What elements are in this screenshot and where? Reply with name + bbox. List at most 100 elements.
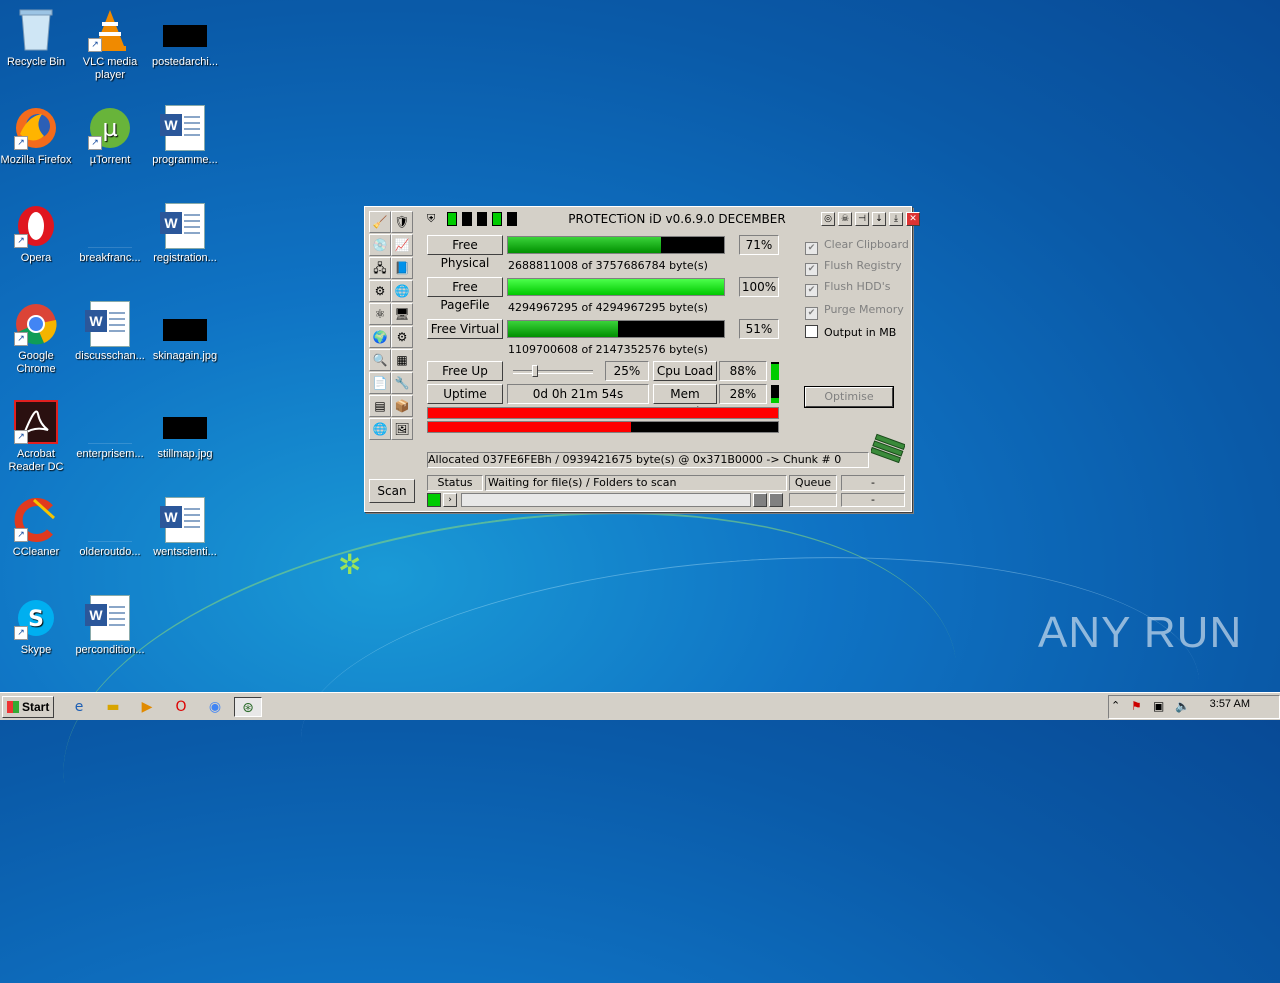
uptime-button[interactable]: Uptime	[427, 384, 503, 404]
free-up-slider[interactable]	[513, 365, 593, 377]
desktop-icon-wentscienti[interactable]: W wentscienti...	[149, 497, 221, 559]
desktop-icon-programme[interactable]: W programme...	[149, 105, 221, 167]
desktop-icon-breakfranc[interactable]: breakfranc...	[74, 204, 146, 265]
checkmark-icon: ✔	[805, 307, 818, 320]
desktop-icon-vlc[interactable]: ↗ VLC media player	[74, 8, 146, 82]
window-tool-icon[interactable]: ▦	[391, 349, 413, 371]
clear-clipboard-checkbox[interactable]: ✔ Clear Clipboard	[805, 238, 909, 255]
cpu-meter-fill	[771, 364, 779, 380]
tools-tool-icon[interactable]: 🔧	[391, 372, 413, 394]
free-virtual-percent: 51%	[739, 319, 779, 339]
protection-id-taskbar-icon[interactable]: ⊛	[234, 697, 262, 717]
pin-icon[interactable]: ⊣	[855, 212, 869, 226]
free-physical-button[interactable]: Free Physical	[427, 235, 503, 270]
desktop-icon-enterprisem[interactable]: enterprisem...	[74, 400, 146, 461]
recycle-bin-icon	[14, 8, 58, 52]
opera-taskbar-icon[interactable]: O	[170, 697, 192, 717]
free-up-button[interactable]: Free Up	[427, 361, 503, 381]
document-tool-icon[interactable]: 📄	[369, 372, 391, 394]
explorer-folder-icon[interactable]: ▬	[102, 697, 124, 717]
desktop-icon-acrobat[interactable]: ↗ Acrobat Reader DC	[0, 400, 72, 474]
network-tool-icon[interactable]: 🖧	[369, 257, 391, 279]
free-virtual-button[interactable]: Free Virtual	[427, 319, 503, 339]
world-tool-icon[interactable]: 🌍	[369, 326, 391, 348]
globe-tool-icon[interactable]: 🌐	[391, 280, 413, 302]
gear-tool-icon[interactable]: ⚙	[391, 326, 413, 348]
scan-indicator-green	[427, 493, 441, 507]
protection-id-window: 🧹 🛡 💿 📈 🖧 📘 ⚙ 🌐 ⚛ 🖥 🌍 ⚙ 🔍 ▦ 📄 🔧 ▤ 📦 🌐 🖼 Scan ⛨ PRO…	[364, 206, 920, 512]
clock[interactable]: 3:57 AM	[1210, 698, 1250, 710]
free-virtual-bar-fill	[508, 321, 619, 337]
cpu-load-button[interactable]: Cpu Load	[653, 361, 717, 381]
flush-hdd-checkbox[interactable]: ✔ Flush HDD's	[805, 280, 891, 297]
word-document-icon: W	[160, 203, 207, 249]
desktop-icon-firefox[interactable]: ↗ Mozilla Firefox	[0, 106, 72, 167]
book-tool-icon[interactable]: 📘	[391, 257, 413, 279]
media-player-icon[interactable]: ▶	[136, 697, 158, 717]
desktop-icon-percondition[interactable]: W percondition...	[74, 595, 146, 657]
skull-icon[interactable]: ☠	[838, 212, 852, 226]
stop-icon[interactable]	[769, 493, 783, 507]
ie-icon[interactable]: e	[68, 697, 90, 717]
shield-tool-icon[interactable]: 🛡	[391, 211, 413, 233]
tray-icon[interactable]: ⤓	[889, 212, 903, 226]
desktop-icon-discusschan[interactable]: W discusschan...	[74, 301, 146, 363]
settings-tool-icon[interactable]: ⚙	[369, 280, 391, 302]
desktop-icon-skype[interactable]: S ↗ Skype	[0, 596, 72, 657]
free-virtual-bar	[507, 320, 725, 338]
start-button[interactable]: Start	[2, 696, 54, 718]
red-progress-fill-1	[428, 408, 778, 418]
output-in-mb-checkbox[interactable]: Output in MB	[805, 325, 896, 339]
monitor-tool-icon[interactable]: 🖥	[391, 303, 413, 325]
desktop-icon-olderoutdo[interactable]: olderoutdo...	[74, 498, 146, 559]
windows-flag-icon	[7, 701, 19, 713]
word-document-icon: W	[85, 301, 132, 347]
system-tray: ⌃ ⚑ ▣ 🔈	[1108, 695, 1280, 719]
disk-tool-icon[interactable]: 💿	[369, 234, 391, 256]
minimize-icon[interactable]: ↓	[872, 212, 886, 226]
settings-icon[interactable]: ◎	[821, 212, 835, 226]
image-tool-icon[interactable]: 🖼	[391, 418, 413, 440]
desktop-icon-registration[interactable]: W registration...	[149, 203, 221, 265]
network-icon[interactable]: ▣	[1153, 699, 1164, 713]
tray-expand-icon[interactable]: ⌃	[1111, 699, 1120, 712]
free-pagefile-button[interactable]: Free PageFile	[427, 277, 503, 312]
memory-tool-icon[interactable]: ▤	[369, 395, 391, 417]
taskbar: Start e ▬ ▶ O ◉ ⊛ ⌃ ⚑ ▣ 🔈 3:57 AM	[0, 692, 1280, 720]
flush-registry-checkbox[interactable]: ✔ Flush Registry	[805, 259, 902, 276]
optimise-button[interactable]: Optimise	[804, 386, 894, 408]
volume-icon[interactable]: 🔈	[1175, 699, 1190, 713]
free-physical-bar	[507, 236, 725, 254]
chrome-taskbar-icon[interactable]: ◉	[204, 697, 226, 717]
desktop-icon-utorrent[interactable]: µ ↗ µTorrent	[74, 106, 146, 167]
blank-file-icon	[88, 400, 132, 444]
desktop-icon-postedarchi[interactable]: postedarchi...	[149, 8, 221, 69]
play-icon[interactable]: ›	[443, 493, 457, 507]
desktop-icon-opera[interactable]: ↗ Opera	[0, 204, 72, 265]
box-tool-icon[interactable]: 📦	[391, 395, 413, 417]
app-shield-icon: ⛨	[427, 212, 437, 226]
desktop-icon-ccleaner[interactable]: ↗ CCleaner	[0, 498, 72, 559]
mem-load-button[interactable]: Mem Load	[653, 384, 717, 419]
free-up-slider-thumb[interactable]	[531, 365, 538, 377]
opera-icon: ↗	[14, 204, 58, 248]
purge-memory-checkbox[interactable]: ✔ Purge Memory	[805, 303, 904, 320]
chart-tool-icon[interactable]: 📈	[391, 234, 413, 256]
queue-progress	[789, 493, 837, 507]
desktop-icon-recycle-bin[interactable]: Recycle Bin	[0, 8, 72, 69]
pause-icon[interactable]	[753, 493, 767, 507]
chrome-icon: ↗	[14, 302, 58, 346]
search-tool-icon[interactable]: 🔍	[369, 349, 391, 371]
globe2-tool-icon[interactable]: 🌐	[369, 418, 391, 440]
red-progress-bar-1	[427, 407, 779, 419]
desktop-icon-skinagain[interactable]: skinagain.jpg	[149, 302, 221, 363]
close-icon[interactable]: ✕	[906, 212, 920, 226]
status-light-off	[462, 212, 472, 226]
action-center-icon[interactable]: ⚑	[1131, 699, 1142, 713]
scan-button[interactable]: Scan	[369, 479, 415, 503]
wipe-tool-icon[interactable]: 🧹	[369, 211, 391, 233]
checkmark-icon: ✔	[805, 242, 818, 255]
molecule-tool-icon[interactable]: ⚛	[369, 303, 391, 325]
desktop-icon-chrome[interactable]: ↗ Google Chrome	[0, 302, 72, 376]
desktop-icon-stillmap[interactable]: stillmap.jpg	[149, 400, 221, 461]
